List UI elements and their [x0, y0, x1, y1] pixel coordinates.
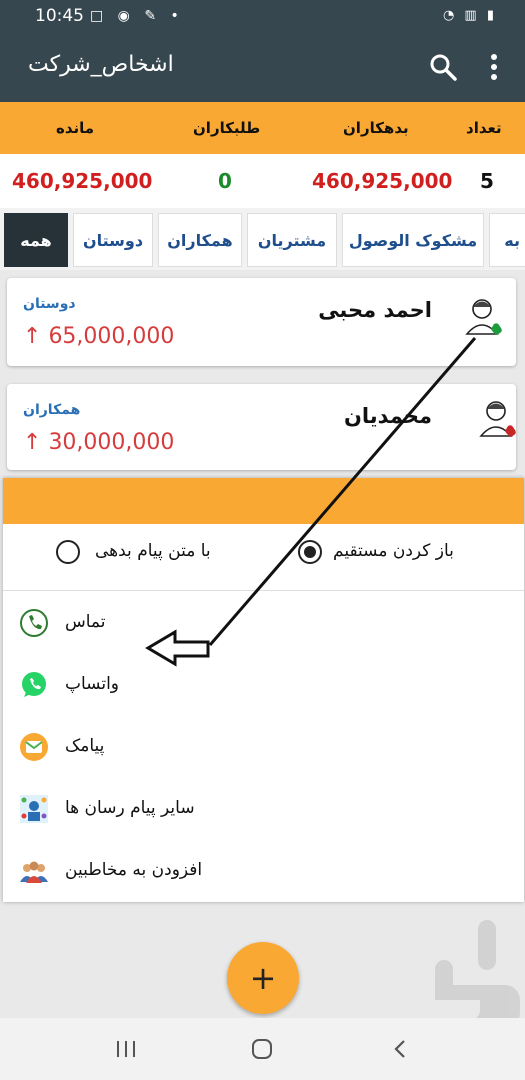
option-label: واتساپ — [65, 674, 120, 694]
contact-group: دوستان — [23, 296, 76, 312]
back-icon[interactable] — [390, 1038, 412, 1060]
search-icon[interactable] — [428, 52, 458, 82]
contact-card[interactable]: محمدیان همکاران ↑ 30,000,000 — [7, 384, 516, 470]
whatsapp-icon — [22, 672, 46, 697]
status-time: 10:45 — [35, 6, 84, 26]
option-label: پیامک — [65, 736, 105, 756]
tab-partial[interactable]: به — [489, 213, 525, 267]
sms-icon — [20, 733, 48, 761]
add-contact-icon — [20, 861, 48, 883]
sheet-divider — [3, 590, 524, 591]
status-notification-icons: □ ◉ ✎ • — [90, 8, 184, 24]
sheet-header-bar — [3, 478, 524, 524]
add-fab-button[interactable]: + — [227, 942, 299, 1014]
count-value: 5 — [480, 169, 494, 193]
radio-direct-open[interactable] — [298, 540, 322, 564]
option-label: تماس — [65, 612, 106, 632]
up-arrow-icon: ↑ — [23, 430, 42, 455]
tab-customers[interactable]: مشتریان — [247, 213, 337, 267]
count-header: تعداد — [466, 119, 502, 137]
up-arrow-icon: ↑ — [23, 324, 42, 349]
contact-name: احمد محبی — [318, 298, 432, 322]
tab-colleagues[interactable]: همکاران — [158, 213, 242, 267]
balance-header: مانده — [56, 119, 95, 137]
option-add-contact[interactable]: افزودن به مخاطبین — [3, 840, 524, 902]
contact-group: همکاران — [23, 402, 81, 418]
app-bar: اشخاص_شرکت — [0, 34, 525, 102]
phone-icon — [20, 609, 48, 637]
radio-debt-message[interactable] — [56, 540, 80, 564]
debtors-header: بدهکاران — [343, 119, 409, 137]
avatar-call-icon[interactable] — [464, 294, 510, 340]
debtors-value: 460,925,000 — [312, 169, 453, 193]
option-whatsapp[interactable]: واتساپ — [3, 654, 524, 716]
recent-apps-icon[interactable] — [115, 1038, 137, 1060]
contact-action-sheet: باز کردن مستقیم با متن پیام بدهی تماس وا… — [3, 478, 524, 902]
option-other-messengers[interactable]: سایر پیام رسان ها — [3, 778, 524, 840]
page-title: اشخاص_شرکت — [28, 52, 174, 77]
radio-message-label[interactable]: با متن پیام بدهی — [95, 541, 211, 561]
contact-amount: ↑ 30,000,000 — [23, 430, 175, 455]
option-label: افزودن به مخاطبین — [65, 860, 203, 880]
filter-tabs: همه دوستان همکاران مشتریان مشکوک الوصول … — [0, 208, 525, 270]
option-label: سایر پیام رسان ها — [65, 798, 195, 818]
option-sms[interactable]: پیامک — [3, 716, 524, 778]
creditors-header: طلبکاران — [193, 119, 261, 137]
contact-name: محمدیان — [343, 404, 432, 428]
avatar-call-icon[interactable] — [478, 396, 524, 442]
contact-card[interactable]: احمد محبی دوستان ↑ 65,000,000 — [7, 278, 516, 366]
home-icon[interactable] — [251, 1038, 273, 1060]
contact-amount: ↑ 65,000,000 — [23, 324, 175, 349]
option-call[interactable]: تماس — [3, 592, 524, 654]
creditors-value: 0 — [218, 169, 232, 193]
tab-doubtful[interactable]: مشکوک الوصول — [342, 213, 484, 267]
summary-values: 5 460,925,000 0 460,925,000 — [0, 154, 525, 208]
tab-all[interactable]: همه — [4, 213, 68, 267]
summary-header: تعداد بدهکاران طلبکاران مانده — [0, 102, 525, 154]
balance-value: 460,925,000 — [12, 169, 153, 193]
radio-direct-label[interactable]: باز کردن مستقیم — [333, 541, 454, 561]
more-vert-icon[interactable] — [484, 52, 504, 82]
status-system-icons: ◔ ▥ ▮ — [442, 8, 497, 23]
status-bar: 10:45 □ ◉ ✎ • ◔ ▥ ▮ — [0, 0, 525, 34]
messengers-icon — [20, 795, 48, 823]
tab-friends[interactable]: دوستان — [73, 213, 153, 267]
system-nav-bar — [0, 1018, 525, 1080]
